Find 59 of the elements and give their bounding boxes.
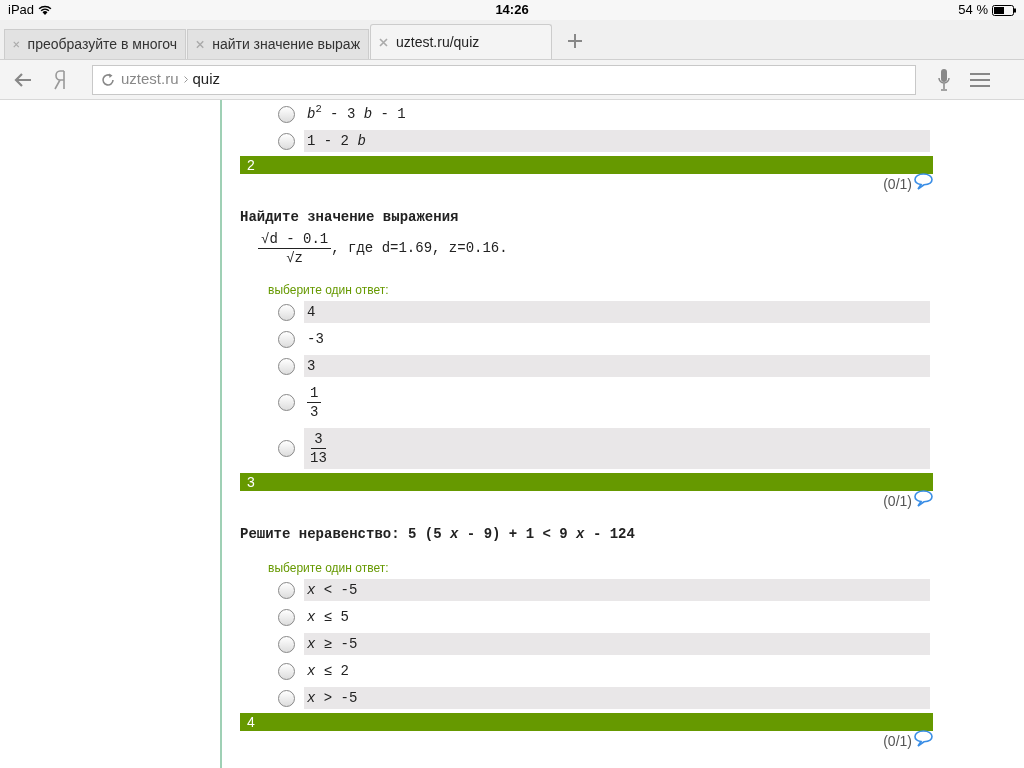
url-path: quiz bbox=[192, 69, 221, 90]
question-number-bar: 2 bbox=[240, 156, 933, 174]
menu-icon[interactable] bbox=[970, 71, 990, 88]
radio-button[interactable] bbox=[278, 635, 295, 653]
radio-button[interactable] bbox=[278, 662, 295, 680]
radio-button[interactable] bbox=[278, 394, 295, 411]
question-number-bar: 3 bbox=[240, 473, 933, 491]
new-tab-icon[interactable] bbox=[567, 33, 583, 49]
score-label: (0/1) bbox=[883, 731, 912, 751]
score-label: (0/1) bbox=[883, 174, 912, 194]
answer-hint: выберите один ответ: bbox=[268, 282, 390, 299]
question-number-bar: 4 bbox=[240, 713, 933, 731]
radio-button[interactable] bbox=[278, 330, 295, 348]
radio-button[interactable] bbox=[278, 581, 295, 599]
close-icon[interactable] bbox=[196, 40, 205, 49]
comment-icon[interactable] bbox=[914, 729, 933, 747]
device-name: iPad bbox=[8, 1, 35, 20]
wifi-icon bbox=[38, 4, 53, 16]
answer-option: 1 - 2 b bbox=[307, 130, 366, 152]
radio-button[interactable] bbox=[278, 132, 295, 150]
answer-option: -3 bbox=[307, 328, 324, 350]
browser-tab[interactable]: преобразуйте в многоч bbox=[4, 29, 186, 59]
battery-icon bbox=[992, 4, 1016, 16]
question-text: Решите неравенство: 5 (5 x - 9) + 1 < 9 x - 124 bbox=[240, 525, 636, 544]
answer-fraction: 3 13 bbox=[309, 430, 328, 467]
answer-option: b$^{2}$ - 3 b - 1 bbox=[307, 103, 406, 125]
answer-option: x ≤ 2 bbox=[307, 660, 349, 682]
address-field[interactable]: uztest.ru quiz bbox=[92, 64, 916, 95]
comment-icon[interactable] bbox=[914, 172, 933, 190]
browser-tab[interactable]: uztest.ru/quiz bbox=[370, 24, 552, 59]
reload-icon[interactable] bbox=[101, 72, 115, 87]
answer-fraction: 1 3 bbox=[307, 384, 322, 421]
radio-button[interactable] bbox=[278, 357, 295, 375]
radio-button[interactable] bbox=[278, 105, 295, 123]
comment-icon[interactable] bbox=[914, 489, 933, 507]
browser-tab[interactable]: найти значение выраж bbox=[187, 29, 369, 59]
close-icon[interactable] bbox=[379, 37, 388, 47]
answer-option: x ≥ -5 bbox=[307, 633, 358, 655]
answer-option: x > -5 bbox=[307, 687, 358, 709]
score-label: (0/1) bbox=[883, 491, 912, 511]
answer-option: x < -5 bbox=[307, 579, 358, 601]
battery-percent: 54 % bbox=[958, 1, 988, 20]
formula-fraction: √d - 0.1 √z bbox=[258, 230, 332, 267]
answer-option: x ≤ 5 bbox=[307, 606, 349, 628]
back-arrow-icon[interactable] bbox=[14, 72, 32, 87]
url-domain: uztest.ru bbox=[121, 69, 179, 90]
formula-condition: , где d=1.69, z=0.16. bbox=[331, 239, 508, 258]
microphone-icon[interactable] bbox=[938, 68, 950, 91]
answer-option: 4 bbox=[307, 301, 316, 323]
radio-button[interactable] bbox=[278, 608, 295, 626]
radio-button[interactable] bbox=[278, 689, 295, 707]
answer-hint: выберите один ответ: bbox=[268, 560, 390, 577]
close-icon[interactable] bbox=[13, 40, 20, 49]
breadcrumb-separator-icon bbox=[183, 76, 188, 83]
question-text: Найдите значение выражения bbox=[240, 208, 460, 227]
clock: 14:26 bbox=[495, 2, 529, 18]
radio-button[interactable] bbox=[278, 440, 295, 457]
answer-option: 3 bbox=[307, 355, 316, 377]
radio-button[interactable] bbox=[278, 303, 295, 321]
